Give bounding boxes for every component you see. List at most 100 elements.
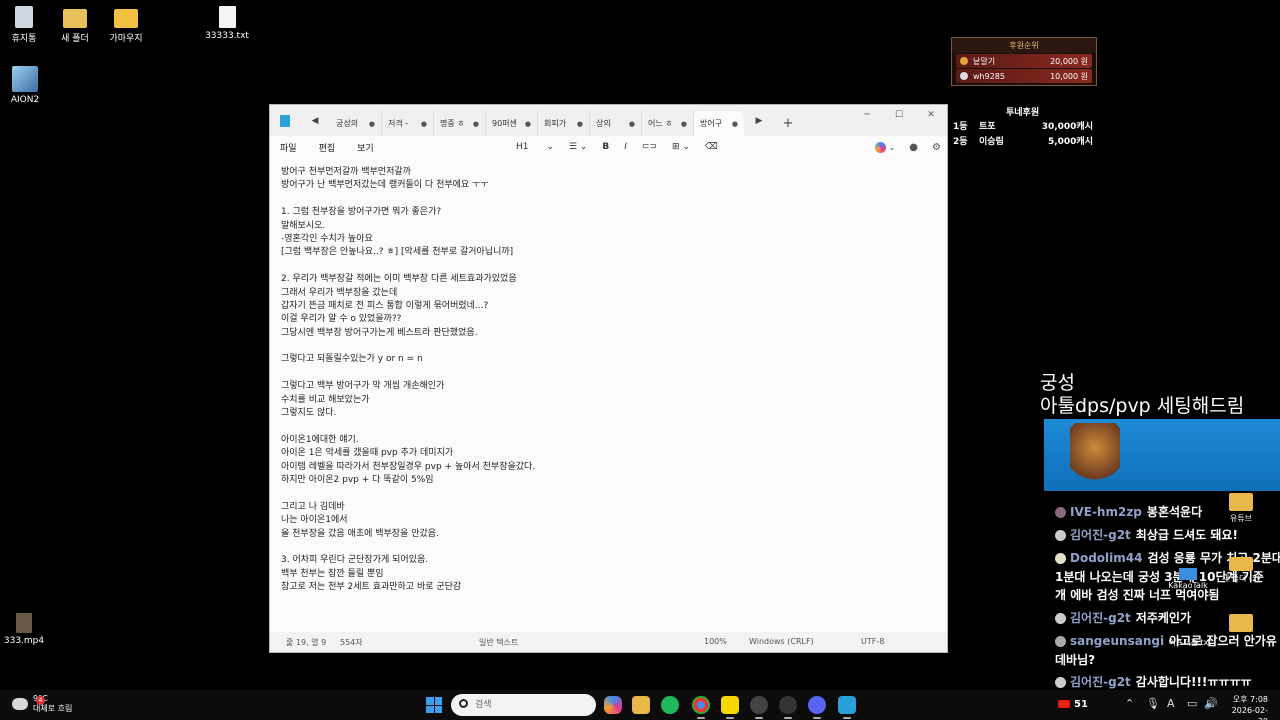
close-icon[interactable]: ✕ xyxy=(915,105,947,125)
chrome-icon[interactable] xyxy=(692,696,710,719)
text-line: 그렇다고 백부 방어구가 막 개씹 개손해인가 xyxy=(281,381,445,392)
close-tab-icon[interactable]: ● xyxy=(525,120,531,128)
tab[interactable]: 90퍼센 ● xyxy=(486,111,538,136)
heading-label: H1 xyxy=(516,142,529,152)
close-tab-icon[interactable]: ● xyxy=(629,120,635,128)
minimize-icon[interactable]: ─ xyxy=(851,105,883,125)
tab-scroll-right-icon[interactable]: ▶ xyxy=(744,105,774,136)
obs-icon[interactable] xyxy=(750,696,768,719)
desktop-icon-33333-txt[interactable]: 33333.txt xyxy=(195,6,259,41)
donation-amount: 5,000캐시 xyxy=(1047,137,1093,147)
media-player-icon[interactable] xyxy=(779,696,797,719)
character-count: 554자 xyxy=(340,638,363,647)
search-placeholder: 검색 xyxy=(475,700,492,710)
list-dropdown-icon[interactable]: ☰ ⌄ xyxy=(569,142,587,152)
tab[interactable]: 명중 ㅎ ● xyxy=(434,111,486,136)
display-icon[interactable]: ▭ xyxy=(1187,697,1197,710)
kakaotalk-taskbar-icon[interactable] xyxy=(721,696,739,719)
tab[interactable]: 상의 ● xyxy=(590,111,642,136)
text-line xyxy=(281,340,936,353)
menu-view[interactable]: 보기 xyxy=(357,141,374,154)
rank: 1등 xyxy=(953,122,968,132)
tab-label: 90퍼센 xyxy=(492,119,517,128)
tab-label: 상의 xyxy=(596,119,611,128)
text-editor[interactable]: 방어구 천부먼저갈까 백부먼저갈까 방어구가 난 백부먼저갔는데 랭커들이 다 천… xyxy=(270,158,947,632)
green-app-icon[interactable] xyxy=(661,696,679,714)
volume-icon[interactable]: 🔊 xyxy=(1204,697,1218,710)
format-toolbar: H1 ⌄ ☰ ⌄ B I ⊂⊃ ⊞ ⌄ ⌫ xyxy=(516,136,733,158)
desktop-icon-gamauji[interactable]: 가마우지 xyxy=(94,6,158,44)
text-line: [그럼 백부장은 안높나요..? ㅎ] [악세를 천부로 갈거아닙니까] xyxy=(281,247,514,258)
toss-donation-row: 1등 트포 30,000캐시 xyxy=(953,119,1093,132)
heading-dropdown[interactable]: H1 ⌄ xyxy=(516,142,554,152)
menu-edit[interactable]: 편집 xyxy=(319,141,336,154)
tab[interactable]: 어느 ㅎ ● xyxy=(642,111,694,136)
line-ending[interactable]: Windows (CRLF) xyxy=(749,637,814,646)
aion2-icon xyxy=(12,66,38,92)
text-line xyxy=(281,420,936,433)
notification-badge: 4 xyxy=(36,696,45,705)
clock[interactable]: 오후 7:08 2026-02-20 xyxy=(1222,694,1268,720)
notepad-taskbar-icon[interactable] xyxy=(838,696,856,719)
microphone-icon[interactable]: 🎙 xyxy=(1146,697,1160,710)
close-tab-icon[interactable]: ● xyxy=(681,120,687,128)
desktop-icon-txt-file[interactable]: 어프더흠.txt xyxy=(1162,637,1218,648)
account-icon[interactable]: ● xyxy=(909,142,918,153)
desktop-icon-label: AION2 xyxy=(10,95,40,105)
taskbar-search[interactable]: 검색 xyxy=(451,694,596,716)
italic-button[interactable]: I xyxy=(624,142,627,152)
donation-amount: 10,000 원 xyxy=(1050,71,1088,81)
text-line: 방어구가 난 백부먼저갔는데 랭커들이 다 천부에요 ㅜㅜ xyxy=(281,180,489,191)
copilot-app-icon[interactable] xyxy=(604,696,622,714)
chat-text: 봉혼석윤다 xyxy=(1146,505,1203,519)
desktop-icon-folder[interactable] xyxy=(1213,614,1269,634)
text-line: 참고로 저는 천부 2세트 효과만하고 바로 군단감 xyxy=(281,582,462,593)
donation-ranking-panel: 후원순위 낱말기 20,000 원 wh9285 10,000 원 xyxy=(951,37,1097,86)
copilot-dropdown-icon[interactable]: ⌄ xyxy=(889,143,896,152)
close-tab-icon[interactable]: ● xyxy=(421,120,427,128)
chat-nick: 김어진-g2t xyxy=(1070,611,1131,625)
folder-icon xyxy=(1229,557,1253,571)
menu-file[interactable]: 파일 xyxy=(280,141,297,154)
tray-overflow-icon[interactable]: ⌃ xyxy=(1125,697,1134,710)
desktop-icon-aion2[interactable]: AION2 xyxy=(0,66,57,105)
file-explorer-icon[interactable] xyxy=(632,696,650,714)
link-icon[interactable]: ⊂⊃ xyxy=(642,142,657,152)
desktop-icon-youtube[interactable]: 유튜브 xyxy=(1213,493,1269,524)
toss-donation-title: 투네후원 xyxy=(1006,108,1040,118)
folder-icon xyxy=(114,9,138,28)
close-tab-icon[interactable]: ● xyxy=(473,120,479,128)
weather-widget[interactable]: 4 9°C 대체로 흐림 xyxy=(12,694,72,714)
chat-text: 최상급 드셔도 돼요! xyxy=(1135,528,1238,542)
tab[interactable]: 저격 - ● xyxy=(382,111,434,136)
text-line xyxy=(281,260,936,273)
tab-active[interactable]: 방어구 ● xyxy=(694,111,744,136)
new-tab-button[interactable]: + xyxy=(774,111,802,136)
table-icon[interactable]: ⊞ ⌄ xyxy=(672,142,690,152)
maximize-icon[interactable]: ☐ xyxy=(883,105,915,125)
zoom-level[interactable]: 100% xyxy=(704,637,727,646)
discord-icon[interactable] xyxy=(808,696,826,719)
settings-gear-icon[interactable]: ⚙ xyxy=(932,142,941,153)
desktop-icon-kakaotalk[interactable]: KakaoTalk xyxy=(1160,568,1216,590)
start-button[interactable] xyxy=(426,697,442,713)
chat-text: 개 에바 검성 진짜 너프 먹여야됨 xyxy=(1055,588,1220,602)
text-mode[interactable]: 일반 텍스트 xyxy=(479,637,518,648)
youtube-viewers[interactable]: 51 xyxy=(1058,699,1088,710)
desktop-icon-333-mp4[interactable]: 333.mp4 xyxy=(0,613,56,646)
close-tab-icon[interactable]: ● xyxy=(732,120,738,128)
copilot-icon[interactable] xyxy=(874,141,886,153)
encoding[interactable]: UTF-8 xyxy=(861,637,884,646)
tab-scroll-left-icon[interactable]: ◀ xyxy=(300,105,330,136)
close-tab-icon[interactable]: ● xyxy=(369,120,375,128)
tab[interactable]: 궁성의 ● xyxy=(330,111,382,136)
ime-icon[interactable]: A xyxy=(1167,697,1175,710)
bold-button[interactable]: B xyxy=(602,142,609,152)
window-controls: ─ ☐ ✕ xyxy=(851,105,947,125)
close-tab-icon[interactable]: ● xyxy=(577,120,583,128)
kakaotalk-icon xyxy=(1179,568,1197,580)
donation-amount: 30,000캐시 xyxy=(1041,122,1093,132)
tab[interactable]: 회피가 ● xyxy=(538,111,590,136)
clear-format-icon[interactable]: ⌫ xyxy=(705,142,718,152)
desktop-icon-new-folder-2[interactable]: 새 폴더 (2) xyxy=(1213,557,1269,584)
